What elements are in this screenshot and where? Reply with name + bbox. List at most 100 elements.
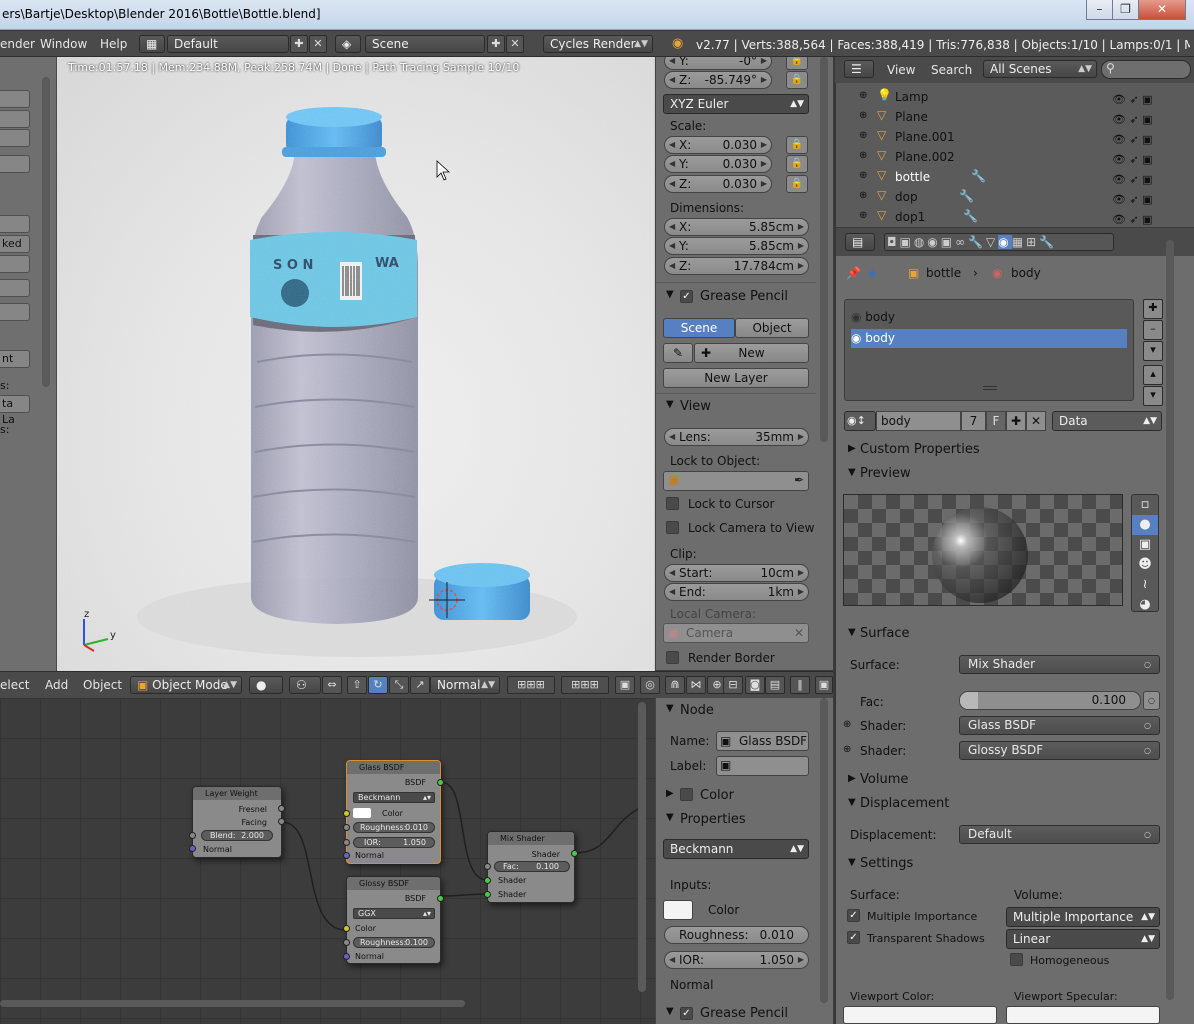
socket[interactable] xyxy=(484,891,491,898)
roughness-field[interactable]: Roughness: 0.100 xyxy=(353,937,435,948)
node-panel-header[interactable]: ▼ Node xyxy=(656,701,833,721)
menu-render[interactable]: ender xyxy=(0,37,35,51)
lock-camera-checkbox[interactable] xyxy=(666,521,679,534)
eyedropper-icon[interactable]: ✒ xyxy=(794,473,804,487)
shader2-field[interactable]: Glossy BSDF ○ xyxy=(959,741,1160,760)
material-name-field[interactable]: body xyxy=(876,411,961,431)
socket[interactable] xyxy=(343,953,350,960)
glossy-bsdf-node[interactable]: Glossy BSDF BSDF GGX ▴▾ Color Roughness: 0… xyxy=(343,876,444,964)
socket[interactable] xyxy=(484,877,491,884)
color-swatch[interactable] xyxy=(353,808,371,818)
socket[interactable] xyxy=(343,852,350,859)
tool-shelf-button[interactable] xyxy=(0,155,30,173)
resize-handle[interactable] xyxy=(983,386,997,390)
maximize-button[interactable]: ❐ xyxy=(1112,0,1139,20)
translate-icon[interactable]: ⇧ xyxy=(347,676,367,694)
local-camera-field[interactable]: ▣ Camera ✕ xyxy=(663,623,809,643)
preview-header[interactable]: ▼ Preview xyxy=(840,464,1160,486)
clear-icon[interactable]: ✕ xyxy=(794,624,804,642)
gp-object-button[interactable]: Object xyxy=(735,318,809,338)
add-scene-button[interactable]: ✚ xyxy=(487,35,505,53)
render-icon[interactable]: ◙ xyxy=(745,676,765,694)
menu-object[interactable]: Object xyxy=(83,678,122,692)
preview-type-buttons[interactable]: ▫ ● ▣ ☻ ≀ ◕ xyxy=(1131,494,1159,612)
tool-shelf-button[interactable] xyxy=(0,90,30,108)
editor-type-dropdown[interactable]: ▤ xyxy=(845,233,875,251)
multiple-importance-checkbox[interactable]: ✓ xyxy=(847,909,860,922)
viewport-color-swatch[interactable] xyxy=(843,1006,997,1024)
node-editor-vscrollbar[interactable] xyxy=(638,702,646,992)
add-layout-button[interactable]: ✚ xyxy=(290,35,308,53)
search-field[interactable]: ⚲ xyxy=(1101,60,1191,79)
socket[interactable] xyxy=(437,895,444,902)
proportional-edit-icon[interactable]: ◎ xyxy=(640,676,660,694)
socket[interactable] xyxy=(343,925,350,932)
layout-icon-dropdown[interactable]: ▦ xyxy=(139,35,165,53)
snap-align-icon[interactable]: ⊟ xyxy=(723,676,743,694)
color-checkbox[interactable] xyxy=(680,788,693,801)
socket[interactable] xyxy=(343,839,350,846)
distribution-dropdown[interactable]: Beckmann ▴▾ xyxy=(353,792,435,803)
tool-shelf-button-baked[interactable]: ked xyxy=(0,235,30,253)
expand-icon[interactable]: ⊕ xyxy=(859,170,867,181)
snap-icon[interactable]: ⋈ xyxy=(686,676,706,694)
grease-pencil-checkbox[interactable]: ✓ xyxy=(680,1007,693,1020)
menu-view[interactable]: View xyxy=(887,63,915,77)
socket[interactable] xyxy=(189,832,196,839)
gp-new-button[interactable]: ✚ New xyxy=(694,343,809,363)
menu-select[interactable]: elect xyxy=(0,678,29,692)
lock-icon[interactable]: 🔒 xyxy=(786,71,808,89)
fac-link-button[interactable]: ○ xyxy=(1143,691,1160,710)
dimension-x-field[interactable]: ◀ X: 5.85cm ▶ xyxy=(664,218,809,236)
glass-bsdf-node[interactable]: Glass BSDF BSDF Beckmann ▴▾ Color Roughne… xyxy=(343,760,444,864)
clip-end-field[interactable]: ◀ End: 1km ▶ xyxy=(664,583,809,601)
sphere-icon[interactable]: ● xyxy=(1132,515,1158,535)
add-slot-button[interactable]: ✚ xyxy=(1143,299,1163,319)
new-material-button[interactable]: ✚ xyxy=(1006,411,1026,431)
slot-specials-button[interactable]: ▾ xyxy=(1143,341,1163,361)
tool-shelf-button[interactable] xyxy=(0,110,30,128)
manipulator-toggle[interactable]: ⇔ xyxy=(322,676,342,694)
fac-slider[interactable]: 0.100 xyxy=(959,691,1141,710)
tool-shelf-button[interactable] xyxy=(0,255,30,273)
minimize-button[interactable]: – xyxy=(1086,0,1113,20)
transform-icon[interactable]: ↗ xyxy=(410,676,430,694)
dimension-y-field[interactable]: ◀ Y: 5.85cm ▶ xyxy=(664,237,809,255)
context-tabs[interactable]: ◘▣◍◉▣∞🔧▽◉▦⊞🔧 xyxy=(884,233,1114,251)
grease-pencil-checkbox[interactable]: ✓ xyxy=(680,290,693,303)
tool-shelf-button-nt[interactable]: nt xyxy=(0,350,30,368)
lock-object-field[interactable]: ▣ ✒ xyxy=(663,471,809,491)
color-panel-header[interactable]: ▶ Color xyxy=(656,786,833,806)
outliner-restrict-columns[interactable]: 👁 ➶ ▣ 👁 ➶ ▣ 👁 ➶ ▣ 👁 ➶ ▣ 👁 ➶ ▣ 👁 ➶ ▣ 👁 ➶ ▣ xyxy=(1112,90,1172,226)
editor-type-dropdown[interactable]: ☰ xyxy=(844,60,874,78)
menu-search[interactable]: Search xyxy=(931,63,972,77)
grease-pencil-header[interactable]: ▼ ✓ Grease Pencil xyxy=(656,287,833,307)
material-slot-active[interactable]: ◉ body xyxy=(851,329,1127,348)
menu-add[interactable]: Add xyxy=(45,678,68,692)
socket[interactable] xyxy=(343,810,350,817)
roughness-field[interactable]: Roughness: 0.010 xyxy=(664,926,809,944)
expand-icon[interactable]: ⊕ xyxy=(859,90,867,101)
socket[interactable] xyxy=(343,939,350,946)
mix-shader-node[interactable]: Mix Shader Shader Fac: 0.100 Shader Shade… xyxy=(484,831,578,903)
gp-new-layer-button[interactable]: New Layer xyxy=(663,368,809,388)
tool-shelf-field[interactable]: ta La xyxy=(0,395,30,426)
ior-field[interactable]: ◀ IOR: 1.050 ▶ xyxy=(664,951,809,969)
move-slot-up-button[interactable]: ▴ xyxy=(1143,365,1163,385)
fac-field[interactable]: Fac: 0.100 xyxy=(494,861,570,872)
volume-header[interactable]: ▶ Volume xyxy=(840,770,1160,792)
fake-user-button[interactable]: F xyxy=(986,411,1006,431)
ior-field[interactable]: IOR: 1.050 xyxy=(353,837,435,848)
expand-icon[interactable]: ⊕ xyxy=(859,150,867,161)
magnet-icon[interactable]: ⋒ xyxy=(665,676,685,694)
layer-buttons[interactable]: ⊞⊞⊞ xyxy=(507,676,555,694)
render-border-checkbox[interactable] xyxy=(666,651,679,664)
custom-properties-header[interactable]: ▶ Custom Properties xyxy=(840,440,1160,462)
pin-icon[interactable]: 📌 xyxy=(846,266,861,280)
lock-to-cursor-checkbox[interactable] xyxy=(666,497,679,510)
rotation-y-field[interactable]: ◀ Y: -0° ▶ xyxy=(664,57,772,70)
3d-viewport[interactable]: ked nt s: ta La s: S O xyxy=(0,57,655,671)
lock-icon[interactable]: 🔒 xyxy=(786,175,808,193)
user-count[interactable]: 7 xyxy=(961,411,986,431)
remove-slot-button[interactable]: – xyxy=(1143,320,1163,340)
